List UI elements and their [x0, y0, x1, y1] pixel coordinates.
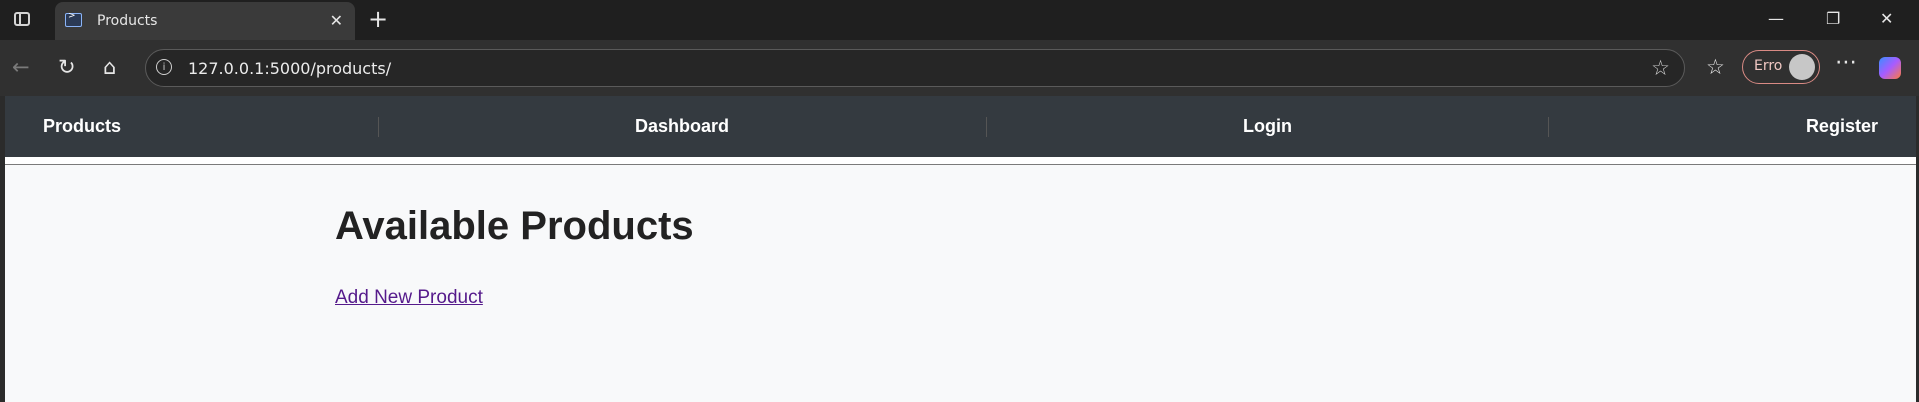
copilot-icon[interactable] [1879, 57, 1901, 79]
star-icon[interactable]: ☆ [1651, 56, 1670, 80]
site-info-icon[interactable]: i [156, 59, 172, 75]
page-title: Available Products [335, 204, 694, 248]
more-icon[interactable]: ⋯ [1835, 50, 1857, 75]
nav-item-dashboard[interactable]: Dashboard [635, 116, 729, 137]
avatar-icon [1789, 54, 1815, 80]
address-bar[interactable]: i 127.0.0.1:5000/products/ ☆ [145, 49, 1685, 87]
nav-item-register[interactable]: Register [1806, 116, 1878, 137]
close-tab-icon[interactable]: ✕ [330, 11, 343, 30]
new-tab-icon[interactable]: + [368, 5, 388, 33]
nav-divider [985, 116, 987, 137]
profile-label: Erro [1754, 58, 1783, 74]
nav-item-products[interactable]: Products [43, 116, 121, 137]
nav-item-login[interactable]: Login [1243, 116, 1292, 137]
restore-icon[interactable]: ❐ [1826, 9, 1840, 28]
tab-title: Products [97, 13, 158, 29]
window-close-icon[interactable]: ✕ [1880, 9, 1893, 28]
minimize-icon[interactable]: — [1768, 9, 1784, 28]
site-navbar: Products Dashboard Login Register [5, 96, 1916, 157]
favicon-icon [65, 11, 82, 27]
add-product-link[interactable]: Add New Product [335, 287, 483, 309]
navbar-divider [5, 157, 1916, 165]
page-content: Available Products Add New Product [5, 166, 1916, 402]
page-viewport: Products Dashboard Login Register Availa… [0, 96, 1919, 402]
home-icon[interactable]: ⌂ [103, 55, 116, 79]
window-edge-left [0, 96, 5, 402]
reload-icon[interactable]: ↻ [58, 55, 76, 79]
tab-bar: Products ✕ + — ❐ ✕ [0, 0, 1919, 40]
browser-tab[interactable]: Products ✕ [55, 2, 355, 40]
sidebar-toggle-icon[interactable] [14, 12, 30, 26]
url-text[interactable]: 127.0.0.1:5000/products/ [188, 59, 391, 78]
profile-button[interactable]: Erro [1742, 50, 1820, 84]
browser-toolbar: ← ↻ ⌂ i 127.0.0.1:5000/products/ ☆ ☆ Err… [0, 40, 1919, 96]
nav-divider [1548, 116, 1550, 137]
favorites-icon[interactable]: ☆ [1706, 55, 1725, 79]
back-icon[interactable]: ← [12, 55, 30, 79]
nav-divider [377, 116, 379, 137]
